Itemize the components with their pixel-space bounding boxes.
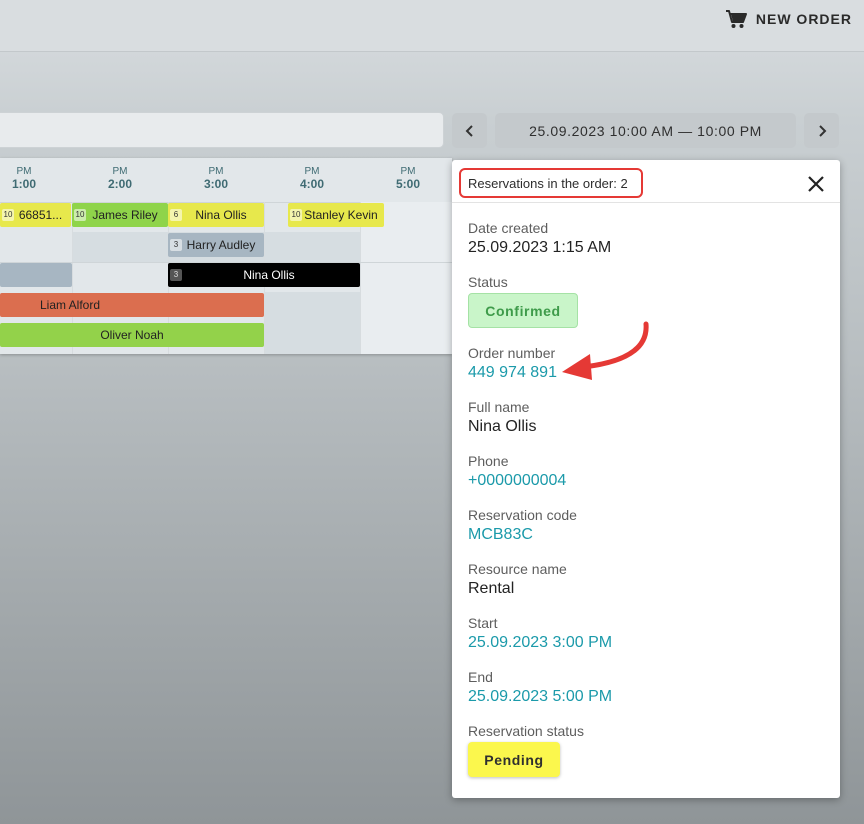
start-link[interactable]: 25.09.2023 3:00 PM [468, 634, 612, 652]
reservation-status-badge-pending: Pending [468, 742, 560, 777]
cart-icon [725, 9, 747, 29]
panel-title: Reservations in the order: 2 [468, 176, 628, 191]
prev-date-button[interactable] [452, 113, 487, 148]
time-header: PM 1:00 PM 2:00 PM 3:00 PM 4:00 PM 5:00 [0, 158, 452, 203]
date-created-label: Date created [468, 220, 549, 236]
phone-link[interactable]: +0000000004 [468, 472, 566, 490]
end-label: End [468, 669, 493, 685]
reservation-code-link[interactable]: MCB83C [468, 526, 533, 544]
resource-name-value: Rental [468, 580, 515, 597]
order-number-link[interactable]: 449 974 891 [468, 364, 557, 382]
reservation-block-selected[interactable]: 3 Nina Ollis [168, 263, 360, 287]
reservation-block[interactable]: Oliver Noah [0, 323, 264, 347]
time-tick: PM 1:00 [11, 166, 37, 191]
reservation-status-label: Reservation status [468, 723, 584, 739]
date-created-value: 25.09.2023 1:15 AM [468, 239, 612, 256]
reservation-block[interactable]: Liam Alford [0, 293, 264, 317]
reservation-block[interactable]: 10 Stanley Kevin [288, 203, 384, 227]
resource-name-label: Resource name [468, 561, 567, 577]
time-tick: PM 5:00 [395, 166, 421, 191]
date-range-label: 25.09.2023 10:00 AM — 10:00 PM [529, 122, 762, 139]
reservation-block[interactable]: 6 Nina Ollis [168, 203, 264, 227]
new-order-label: NEW ORDER [755, 11, 852, 27]
time-tick: PM 3:00 [203, 166, 229, 191]
close-button[interactable] [806, 174, 826, 194]
date-range-selector[interactable]: 25.09.2023 10:00 AM — 10:00 PM [495, 113, 796, 148]
new-order-button[interactable]: NEW ORDER [725, 8, 852, 30]
panel-header: Reservations in the order: 2 [452, 160, 840, 203]
close-icon [808, 176, 824, 192]
chevron-left-icon [465, 124, 473, 137]
annotation-arrow-icon [562, 321, 649, 380]
reservation-block[interactable]: 10 James Riley [72, 203, 168, 227]
end-link[interactable]: 25.09.2023 5:00 PM [468, 688, 612, 706]
next-date-button[interactable] [804, 113, 839, 148]
reservation-code-label: Reservation code [468, 507, 577, 523]
full-name-label: Full name [468, 399, 530, 415]
top-bar: NEW ORDER [0, 0, 864, 52]
start-label: Start [468, 615, 498, 631]
time-tick: PM 4:00 [299, 166, 325, 191]
reservation-block[interactable] [0, 263, 72, 287]
search-bar[interactable] [0, 112, 444, 148]
timeline-grid: PM 1:00 PM 2:00 PM 3:00 PM 4:00 PM 5:00 10 668… [0, 158, 452, 354]
status-label: Status [468, 274, 508, 290]
availability-shade [264, 292, 360, 354]
full-name-value: Nina Ollis [468, 418, 537, 435]
time-tick: PM 2:00 [107, 166, 133, 191]
reservation-block[interactable]: 10 66851... [0, 203, 71, 227]
order-details-panel: Reservations in the order: 2 Date create… [452, 160, 840, 798]
reservation-block[interactable]: 3 Harry Audley [168, 233, 264, 257]
phone-label: Phone [468, 453, 509, 469]
order-number-label: Order number [468, 345, 556, 361]
chevron-right-icon [818, 124, 826, 137]
